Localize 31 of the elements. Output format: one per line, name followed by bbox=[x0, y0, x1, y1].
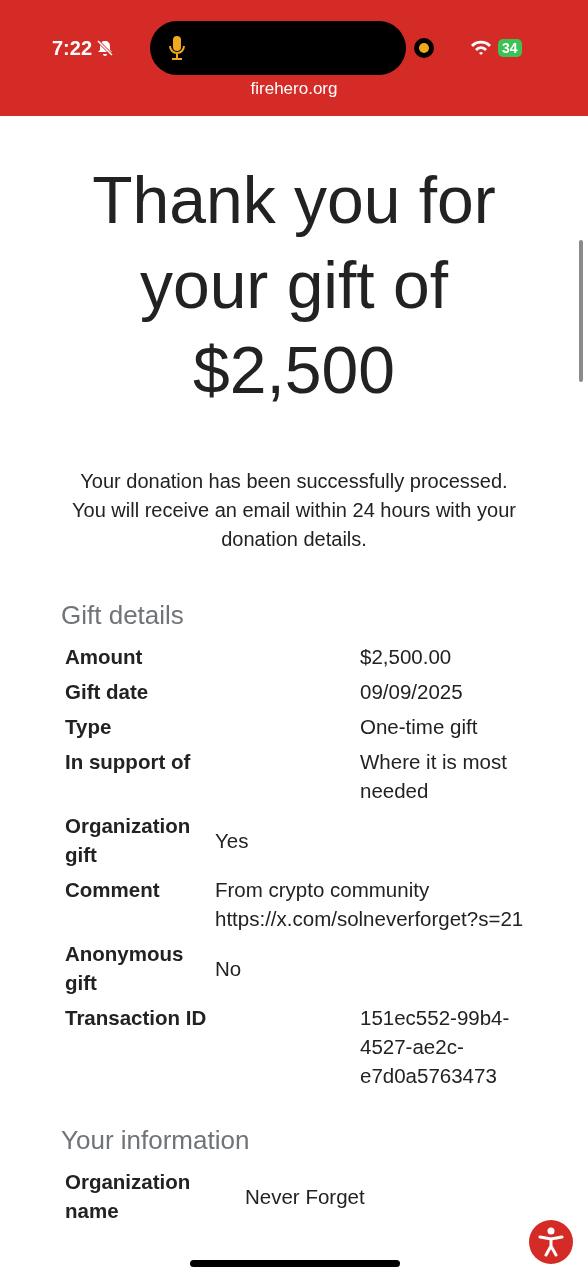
battery-level: 34 bbox=[498, 39, 522, 57]
detail-label: Transaction ID bbox=[65, 1005, 208, 1031]
section-heading: Gift details bbox=[61, 599, 185, 632]
detail-label: Organization name bbox=[65, 1169, 192, 1224]
detail-value: 151ec552-99b4-4527-ae2c-e7d0a5763473 bbox=[359, 1005, 511, 1089]
detail-label: Anonymous gift bbox=[65, 941, 185, 996]
detail-value: Yes bbox=[215, 827, 250, 854]
recording-dot-icon bbox=[414, 38, 435, 58]
detail-label: Type bbox=[65, 714, 113, 740]
wifi-icon bbox=[470, 40, 493, 56]
detail-value: $2,500.00 bbox=[359, 644, 453, 670]
address-bar-url[interactable]: firehero.org bbox=[0, 76, 588, 102]
confirmation-message: Your donation has been successfully processed. You will receive an email within 24 hours with your donation details. bbox=[71, 469, 517, 552]
detail-label: In support of bbox=[65, 749, 192, 775]
status-time: 7:22 bbox=[52, 36, 93, 61]
accessibility-button[interactable] bbox=[529, 1220, 573, 1264]
detail-value: Never Forget bbox=[244, 1183, 366, 1210]
detail-value: From crypto community https://x.com/solneverforget?s=21 bbox=[215, 877, 525, 932]
section-heading: Your information bbox=[61, 1124, 251, 1157]
page-heading: Thank you for your gift of $2,500 bbox=[91, 162, 497, 409]
detail-label: Comment bbox=[65, 877, 161, 903]
detail-label: Amount bbox=[65, 644, 144, 670]
detail-label: Organization gift bbox=[65, 813, 192, 868]
microphone-icon bbox=[169, 35, 186, 61]
detail-value: No bbox=[215, 955, 243, 982]
detail-value: One-time gift bbox=[359, 714, 479, 740]
accessibility-icon bbox=[538, 1227, 564, 1257]
detail-value: 09/09/2025 bbox=[359, 679, 464, 705]
detail-label: Gift date bbox=[65, 679, 150, 705]
detail-value: Where it is most needed bbox=[359, 749, 508, 804]
muted-bell-icon bbox=[96, 39, 115, 57]
